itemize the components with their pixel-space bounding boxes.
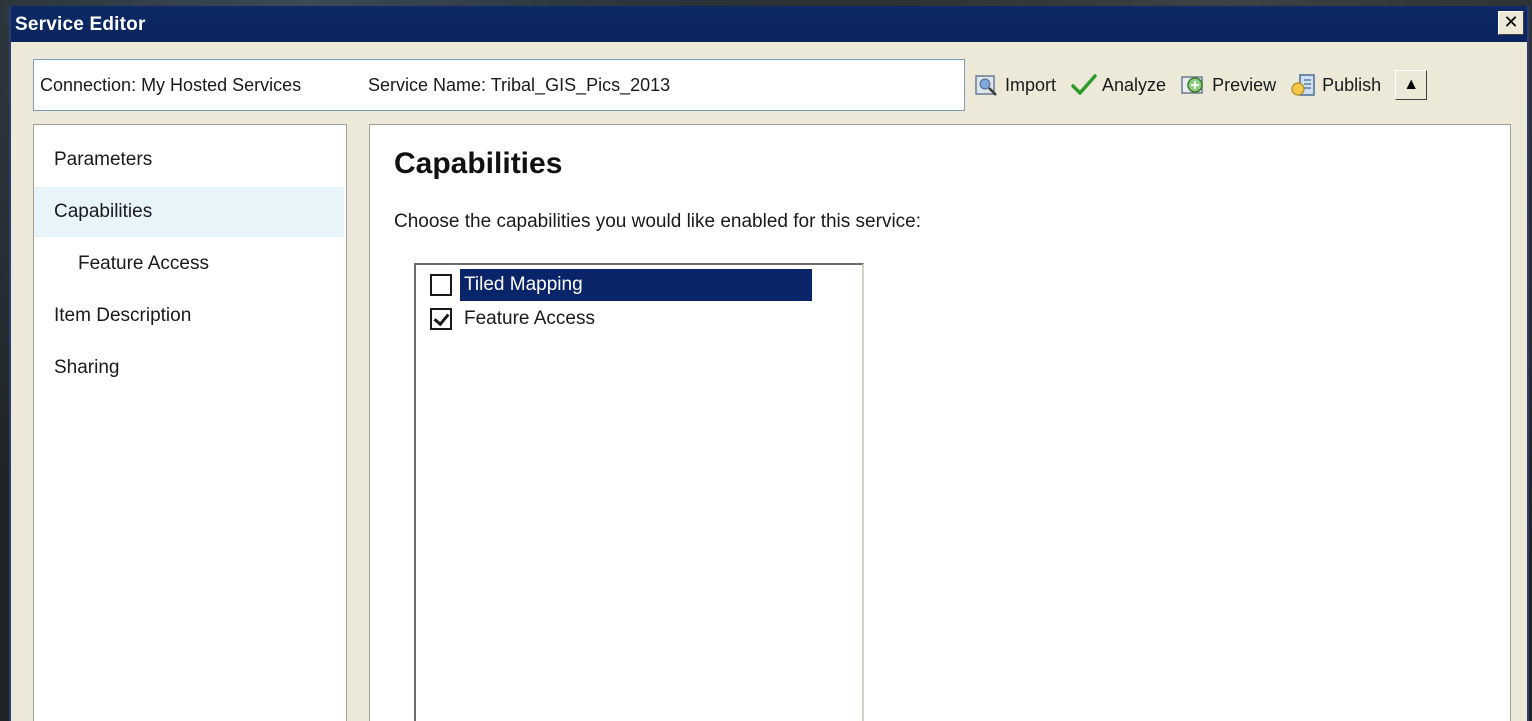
capability-label[interactable]: Feature Access <box>460 303 599 335</box>
nav-item-capabilities[interactable]: Capabilities <box>34 187 344 237</box>
navigation-panel: Parameters Capabilities Feature Access I… <box>33 124 347 721</box>
window-title: Service Editor <box>15 14 146 35</box>
preview-label: Preview <box>1212 74 1277 95</box>
desktop-background: Service Editor ✕ Connection: My Hosted S… <box>0 0 1532 721</box>
publish-icon <box>1290 72 1318 98</box>
capabilities-panel: Capabilities Choose the capabilities you… <box>369 124 1511 721</box>
connection-label: Connection: My Hosted Services <box>40 75 302 95</box>
capabilities-list[interactable]: Tiled Mapping Feature Access <box>414 263 864 721</box>
checkmark-icon <box>1070 72 1098 98</box>
page-title: Capabilities <box>394 147 563 180</box>
toolbar: Import Analyze Preview Publish ▲ <box>973 68 1428 102</box>
analyze-label: Analyze <box>1102 74 1167 95</box>
nav-item-parameters[interactable]: Parameters <box>34 135 344 185</box>
preview-button[interactable]: Preview <box>1180 72 1276 98</box>
nav-item-item-description[interactable]: Item Description <box>34 291 344 341</box>
nav-item-feature-access[interactable]: Feature Access <box>34 239 344 289</box>
chevron-up-icon: ▲ <box>1403 76 1420 93</box>
import-button[interactable]: Import <box>973 72 1056 98</box>
nav-item-sharing[interactable]: Sharing <box>34 343 344 393</box>
service-editor-window: Service Editor ✕ Connection: My Hosted S… <box>9 6 1529 721</box>
tiled-mapping-checkbox[interactable] <box>430 274 452 296</box>
publish-button[interactable]: Publish <box>1290 72 1381 98</box>
feature-access-checkbox[interactable] <box>430 308 452 330</box>
close-icon: ✕ <box>1503 12 1519 32</box>
capability-row-tiled-mapping[interactable]: Tiled Mapping <box>430 269 812 301</box>
import-icon <box>973 72 1001 98</box>
capability-label[interactable]: Tiled Mapping <box>460 269 812 301</box>
publish-label: Publish <box>1322 74 1382 95</box>
collapse-button[interactable]: ▲ <box>1395 70 1428 100</box>
service-name-label: Service Name: Tribal_GIS_Pics_2013 <box>368 75 671 95</box>
analyze-button[interactable]: Analyze <box>1070 72 1166 98</box>
title-bar[interactable]: Service Editor ✕ <box>11 6 1527 42</box>
preview-icon <box>1180 72 1208 98</box>
connection-info-box: Connection: My Hosted Services Service N… <box>33 59 965 111</box>
import-label: Import <box>1005 74 1057 95</box>
capability-row-feature-access[interactable]: Feature Access <box>430 303 599 335</box>
close-button[interactable]: ✕ <box>1498 11 1524 35</box>
instructions-text: Choose the capabilities you would like e… <box>394 211 922 232</box>
